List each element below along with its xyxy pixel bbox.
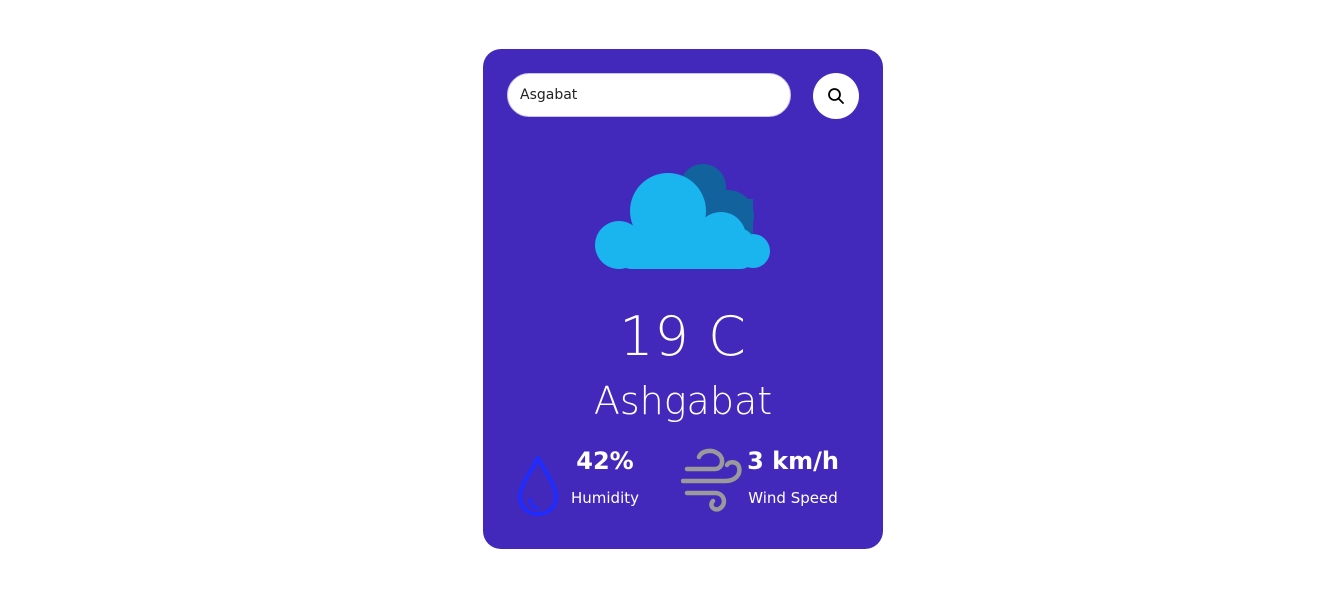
city-search-input[interactable]	[507, 73, 791, 117]
wind-icon	[681, 448, 742, 512]
water-drop-icon	[518, 456, 558, 516]
humidity-label: Humidity	[570, 489, 639, 507]
search-button[interactable]	[813, 73, 859, 119]
city-name: Ashgabat	[593, 379, 773, 423]
wind-speed-label: Wind Speed	[748, 489, 838, 507]
humidity-value: 42%	[576, 447, 634, 475]
weather-card: 19 C Ashgabat 42% Humidity 3 km/h Wind S…	[483, 49, 883, 549]
cloud-icon	[595, 164, 770, 269]
search-icon	[828, 88, 844, 104]
wind-speed-value: 3 km/h	[747, 447, 839, 475]
temperature: 19 C	[619, 305, 747, 368]
